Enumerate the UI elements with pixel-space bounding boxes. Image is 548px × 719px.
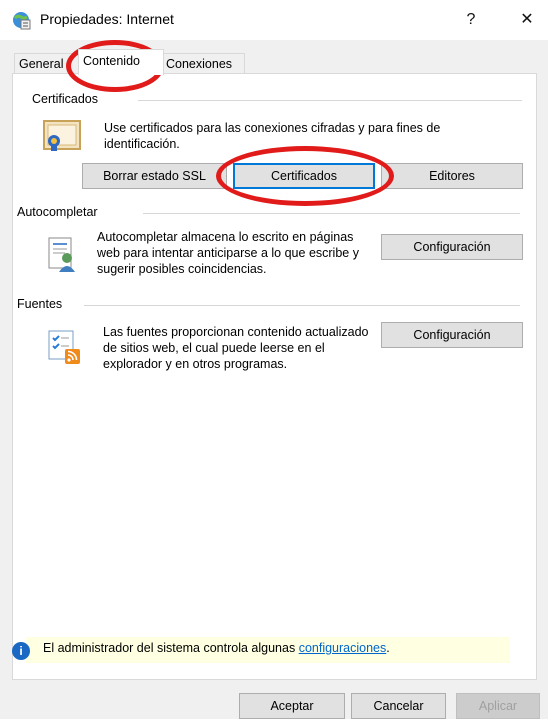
close-button[interactable]: ✕ bbox=[512, 6, 542, 34]
cancel-button[interactable]: Cancelar bbox=[351, 693, 446, 719]
feeds-divider bbox=[84, 305, 520, 306]
autocomplete-icon bbox=[47, 236, 77, 277]
tab-contenido[interactable]: Contenido bbox=[78, 49, 164, 75]
autocomplete-settings-button[interactable]: Configuración bbox=[381, 234, 523, 260]
certificates-button[interactable]: Certificados bbox=[233, 163, 375, 189]
tab-strip: General Contenido Conexiones bbox=[0, 40, 548, 75]
publishers-button[interactable]: Editores bbox=[381, 163, 523, 189]
info-suffix: . bbox=[386, 641, 390, 655]
autocomplete-label: Autocompletar bbox=[17, 205, 102, 219]
info-icon: i bbox=[12, 642, 30, 660]
autocomplete-divider bbox=[143, 213, 520, 214]
info-text: El administrador del sistema controla al… bbox=[43, 641, 296, 655]
internet-options-icon bbox=[11, 10, 31, 30]
autocomplete-description: Autocompletar almacena lo escrito en pág… bbox=[97, 230, 359, 276]
info-message: El administrador del sistema controla al… bbox=[43, 641, 390, 655]
window-title: Propiedades: Internet bbox=[40, 11, 174, 27]
clear-ssl-button[interactable]: Borrar estado SSL bbox=[82, 163, 227, 189]
settings-link[interactable]: configuraciones bbox=[299, 641, 387, 655]
tab-conexiones[interactable]: Conexiones bbox=[161, 53, 245, 74]
apply-button[interactable]: Aplicar bbox=[456, 693, 540, 719]
certificate-icon bbox=[43, 120, 81, 155]
feeds-settings-button[interactable]: Configuración bbox=[381, 322, 523, 348]
feeds-description: Las fuentes proporcionan contenido actua… bbox=[103, 325, 369, 371]
ok-button[interactable]: Aceptar bbox=[239, 693, 345, 719]
help-button[interactable]: ? bbox=[456, 6, 486, 34]
certificates-description: Use certificados para las conexiones cif… bbox=[104, 121, 441, 151]
title-bar: Propiedades: Internet ? ✕ bbox=[0, 0, 548, 40]
feeds-label: Fuentes bbox=[17, 297, 67, 311]
tab-general[interactable]: General bbox=[14, 53, 80, 74]
feeds-icon bbox=[47, 329, 83, 368]
certificates-label: Certificados bbox=[32, 92, 102, 106]
certificates-divider bbox=[138, 100, 522, 101]
